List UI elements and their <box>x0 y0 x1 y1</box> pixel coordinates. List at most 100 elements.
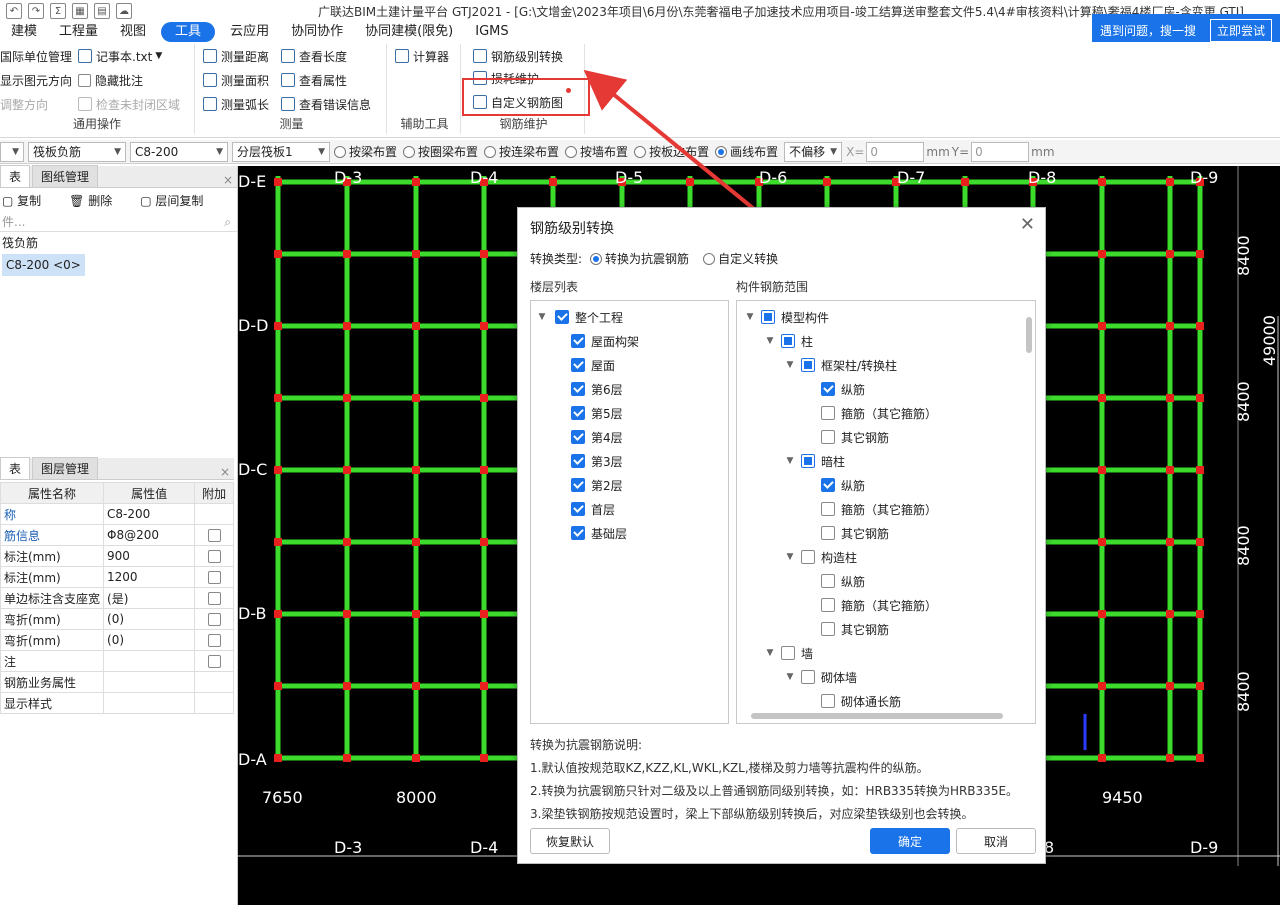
tree-item-raft-negative[interactable]: 筏负筋 <box>0 232 237 254</box>
menu-item[interactable]: 协同建模(限免) <box>354 22 464 42</box>
extra-checkbox[interactable] <box>207 592 221 605</box>
column-marker[interactable] <box>1098 538 1106 546</box>
component-tree-item[interactable]: 其它钢筋 <box>803 425 889 449</box>
undo-icon[interactable]: ↶ <box>6 3 22 19</box>
extra-checkbox[interactable] <box>207 529 221 542</box>
extra-checkbox[interactable] <box>207 550 221 563</box>
prop-value-cell[interactable]: 1200 <box>103 566 196 588</box>
column-marker[interactable] <box>686 178 694 186</box>
component-checkbox[interactable] <box>821 526 835 540</box>
prop-value-cell[interactable] <box>103 671 196 693</box>
hide-annotation-checkbox[interactable] <box>78 73 91 87</box>
tab-properties[interactable]: 表 <box>0 457 31 479</box>
expand-icon[interactable]: ▼ <box>783 672 797 682</box>
column-marker[interactable] <box>1098 682 1106 690</box>
column-marker[interactable] <box>480 250 488 258</box>
intl-unit-button[interactable]: 国际单位管理 <box>0 46 72 66</box>
table-row[interactable]: 钢筋业务属性 <box>0 671 234 693</box>
radio-control[interactable] <box>334 145 346 158</box>
column-marker[interactable] <box>343 754 351 762</box>
component-tree-item[interactable]: ▼ 砌体墙 <box>783 665 857 689</box>
prop-value-cell[interactable]: (0) <box>103 608 196 630</box>
floor-item[interactable]: ▼ 整个工程 <box>535 305 623 329</box>
column-marker[interactable] <box>1098 250 1106 258</box>
component-checkbox[interactable] <box>801 358 815 372</box>
floor-checkbox[interactable] <box>555 310 569 324</box>
component-tree-item[interactable]: 箍筋（其它箍筋） <box>803 497 937 521</box>
redo-icon[interactable]: ↷ <box>28 3 44 19</box>
component-search-input[interactable]: 件... ⌕ <box>0 212 237 232</box>
column-marker[interactable] <box>480 538 488 546</box>
column-marker[interactable] <box>343 682 351 690</box>
component-tree-item[interactable]: ▼ 墙 <box>763 641 813 665</box>
column-marker[interactable] <box>823 178 831 186</box>
menu-item[interactable]: 云应用 <box>219 22 280 42</box>
menu-item[interactable]: 建模 <box>0 22 48 42</box>
floor-list[interactable]: ▼ 整个工程 屋面构架 屋面 第6层 第5层 第4层 第3层 第2层 首层 基础层 <box>530 300 729 724</box>
component-tree-item[interactable]: 箍筋（其它箍筋） <box>803 401 937 425</box>
measure-distance-button[interactable]: 测量距离 <box>203 46 269 66</box>
raft-layer-combo[interactable]: 分层筏板1 ▼ <box>232 141 330 162</box>
placement-radio[interactable]: 按板边布置 <box>634 143 709 160</box>
radio-seismic-control[interactable] <box>590 252 603 265</box>
column-marker[interactable] <box>1098 178 1106 186</box>
column-marker[interactable] <box>343 394 351 402</box>
menu-item[interactable]: 协同协作 <box>280 22 354 42</box>
floor-item[interactable]: 屋面 <box>571 353 615 377</box>
column-marker[interactable] <box>412 610 420 618</box>
column-marker[interactable] <box>1196 610 1204 618</box>
floor-checkbox[interactable] <box>571 478 585 492</box>
close-icon[interactable]: × <box>220 465 234 479</box>
component-checkbox[interactable] <box>801 454 815 468</box>
sum-icon[interactable]: Σ <box>50 3 66 19</box>
calculator-button[interactable]: 计算器 <box>395 46 449 66</box>
column-marker[interactable] <box>1196 322 1204 330</box>
component-checkbox[interactable] <box>781 334 795 348</box>
column-marker[interactable] <box>1098 466 1106 474</box>
x-input[interactable]: 0 <box>866 141 925 162</box>
component-checkbox[interactable] <box>821 694 835 708</box>
placement-radio[interactable]: 按墙布置 <box>565 143 628 160</box>
column-marker[interactable] <box>343 250 351 258</box>
menu-item[interactable]: IGMS <box>464 22 519 42</box>
table-row[interactable]: 标注(mm) 1200 <box>0 566 234 588</box>
column-marker[interactable] <box>1166 466 1174 474</box>
column-marker[interactable] <box>480 394 488 402</box>
column-marker[interactable] <box>412 178 420 186</box>
y-input[interactable]: 0 <box>971 141 1030 162</box>
placement-radio[interactable]: 按圈梁布置 <box>403 143 478 160</box>
column-marker[interactable] <box>1166 538 1174 546</box>
column-marker[interactable] <box>274 754 282 762</box>
layout-icon[interactable]: ▤ <box>94 3 110 19</box>
column-marker[interactable] <box>1196 394 1204 402</box>
component-tree-item[interactable]: 纵筋 <box>803 377 865 401</box>
component-range-tree[interactable]: ▼ 模型构件 ▼ 柱 ▼ 框架柱/转换柱 纵筋 箍筋（其它箍筋） 其它钢筋 ▼ 暗柱 纵筋 箍筋（其它箍… <box>736 300 1036 724</box>
column-marker[interactable] <box>274 322 282 330</box>
floor-checkbox[interactable] <box>571 382 585 396</box>
expand-icon[interactable]: ▼ <box>763 336 777 346</box>
column-marker[interactable] <box>1098 610 1106 618</box>
expand-icon[interactable]: ▼ <box>763 648 777 658</box>
rebar-grade-convert-button[interactable]: 钢筋级别转换 <box>473 46 563 66</box>
column-marker[interactable] <box>1196 538 1204 546</box>
column-marker[interactable] <box>1196 250 1204 258</box>
component-tree-item[interactable]: ▼ 柱 <box>763 329 813 353</box>
show-direction-button[interactable]: 显示图元方向 <box>0 70 72 90</box>
column-marker[interactable] <box>1098 394 1106 402</box>
component-checkbox[interactable] <box>821 502 835 516</box>
column-marker[interactable] <box>274 538 282 546</box>
column-marker[interactable] <box>274 178 282 186</box>
vertical-scrollbar[interactable] <box>1026 317 1032 353</box>
floor-item[interactable]: 基础层 <box>571 521 627 545</box>
floor-item[interactable]: 屋面构架 <box>571 329 639 353</box>
prop-value-cell[interactable] <box>103 692 196 714</box>
component-checkbox[interactable] <box>821 598 835 612</box>
column-marker[interactable] <box>343 538 351 546</box>
table-row[interactable]: 弯折(mm) (0) <box>0 629 234 651</box>
restore-default-button[interactable]: 恢复默认 <box>530 828 610 854</box>
column-marker[interactable] <box>1166 610 1174 618</box>
floor-checkbox[interactable] <box>571 526 585 540</box>
column-marker[interactable] <box>480 322 488 330</box>
column-marker[interactable] <box>1166 754 1174 762</box>
table-row[interactable]: 称 C8-200 <box>0 503 234 525</box>
